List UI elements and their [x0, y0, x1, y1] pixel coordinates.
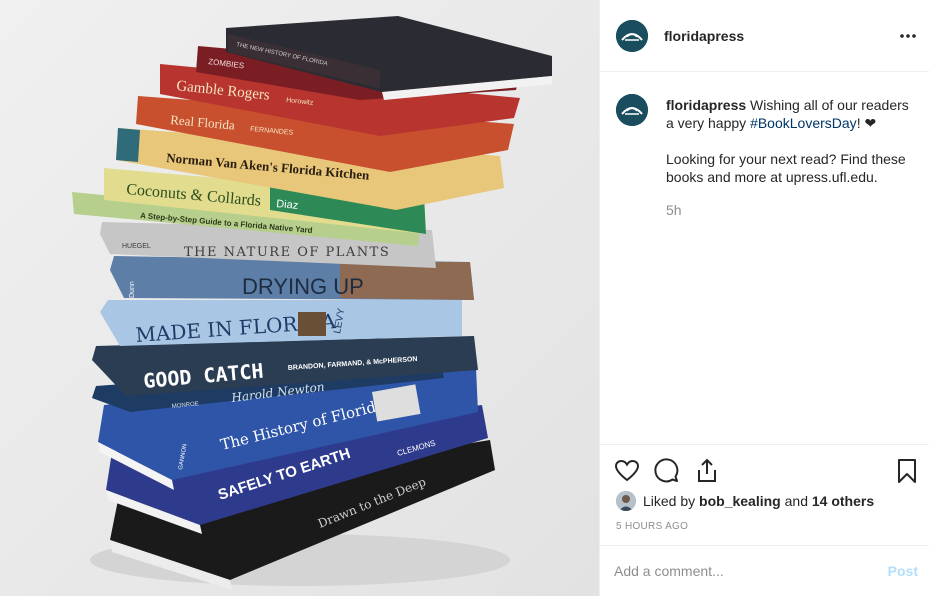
liker-username[interactable]: bob_kealing: [699, 493, 781, 509]
post-header: floridapress: [600, 0, 929, 72]
likes-middle: and: [784, 493, 808, 509]
floridapress-logo-icon: [616, 20, 648, 52]
comment-icon[interactable]: [653, 457, 681, 485]
book-title: THE NATURE OF PLANTS: [184, 245, 390, 260]
caption-block: floridapress Wishing all of our readers …: [600, 72, 929, 444]
likes-prefix: Liked by: [643, 493, 696, 509]
likes-summary: Liked by bob_kealing and 14 others: [616, 490, 874, 512]
caption-username[interactable]: floridapress: [666, 97, 746, 113]
share-icon[interactable]: [693, 457, 721, 485]
likes-others-link[interactable]: 14 others: [812, 493, 874, 509]
action-bar: [600, 444, 929, 496]
caption-time-ago[interactable]: 5h: [666, 202, 682, 218]
hashtag-link[interactable]: #BookLoversDay: [750, 115, 857, 131]
caption-text: floridapress Wishing all of our readers …: [666, 96, 916, 186]
liker-avatar[interactable]: [616, 491, 636, 511]
profile-avatar[interactable]: [616, 20, 648, 52]
post-photo[interactable]: Drawn to the Deep SAFELY TO EARTH CLEMON…: [0, 0, 599, 596]
book-stack-image: Drawn to the Deep SAFELY TO EARTH CLEMON…: [0, 0, 599, 596]
book-author: HUEGEL: [122, 243, 151, 250]
bookmark-icon[interactable]: [893, 457, 921, 485]
caption-text-after: ! ❤: [856, 115, 877, 131]
book-author: Diaz: [276, 198, 299, 212]
comment-bar: Post: [600, 545, 929, 596]
header-username[interactable]: floridapress: [664, 28, 744, 44]
post-side-panel: floridapress floridapress Wishing all of…: [599, 0, 929, 596]
heart-icon[interactable]: [613, 457, 641, 485]
book-title: DRYING UP: [242, 274, 364, 299]
caption-second-paragraph: Looking for your next read? Find these b…: [666, 151, 906, 185]
post-comment-button[interactable]: Post: [888, 563, 918, 579]
book-author: Dunn: [129, 281, 136, 298]
comment-input[interactable]: [614, 560, 864, 582]
caption-avatar[interactable]: [616, 94, 648, 126]
more-options-icon[interactable]: [898, 26, 918, 46]
instagram-post: Drawn to the Deep SAFELY TO EARTH CLEMON…: [0, 0, 929, 596]
post-timestamp[interactable]: 5 hours ago: [616, 521, 688, 532]
floridapress-logo-icon: [616, 94, 648, 126]
